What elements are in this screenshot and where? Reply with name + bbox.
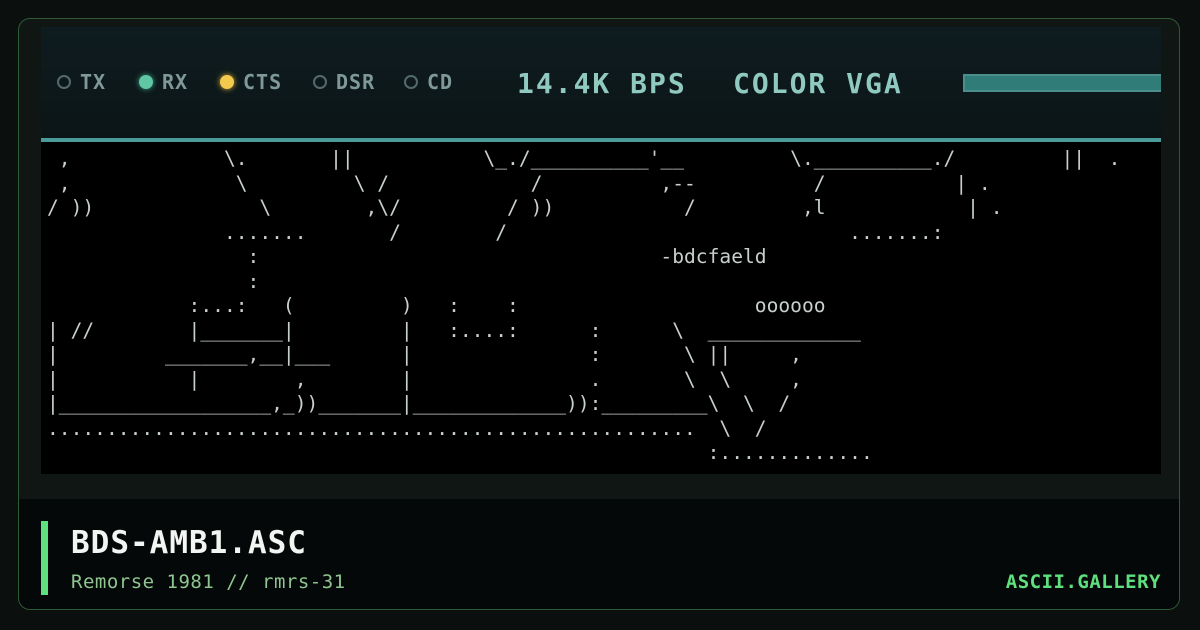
terminal-screen: TX RX CTS DSR CD 14.4K BPS COLOR VGA , \… [41, 27, 1161, 474]
indicator-rx: RX [139, 70, 188, 94]
indicator-cd: CD [404, 70, 453, 94]
indicator-label: RX [162, 70, 189, 94]
gallery-card: TX RX CTS DSR CD 14.4K BPS COLOR VGA , \… [18, 18, 1180, 610]
indicator-tx: TX [57, 70, 106, 94]
display-mode: COLOR VGA [733, 67, 903, 100]
connection-speed: 14.4K BPS [517, 67, 687, 100]
footer: BDS-AMB1.ASC Remorse 1981 // rmrs-31 ASC… [19, 499, 1179, 609]
dsr-led-icon [313, 75, 327, 89]
ascii-art: , \. || \_./__________'__ \.__________./… [47, 147, 1121, 464]
accent-bar [41, 521, 48, 595]
cts-led-icon [220, 75, 234, 89]
indicator-cts: CTS [220, 70, 282, 94]
status-bar: TX RX CTS DSR CD 14.4K BPS COLOR VGA [41, 27, 1161, 138]
cd-led-icon [404, 75, 418, 89]
ascii-art-area: , \. || \_./__________'__ \.__________./… [41, 147, 1161, 474]
indicator-label: CTS [243, 70, 283, 94]
brand-link[interactable]: ASCII.GALLERY [1006, 571, 1161, 593]
signal-meter [963, 74, 1161, 92]
tx-led-icon [57, 75, 71, 89]
indicator-label: TX [80, 70, 107, 94]
indicator-label: DSR [336, 70, 376, 94]
file-title: BDS-AMB1.ASC [71, 525, 307, 561]
signal-meter-fill [965, 76, 1161, 90]
indicator-dsr: DSR [313, 70, 375, 94]
status-divider [41, 138, 1161, 142]
file-subtitle: Remorse 1981 // rmrs-31 [71, 571, 346, 593]
indicator-label: CD [427, 70, 454, 94]
rx-led-icon [139, 75, 153, 89]
